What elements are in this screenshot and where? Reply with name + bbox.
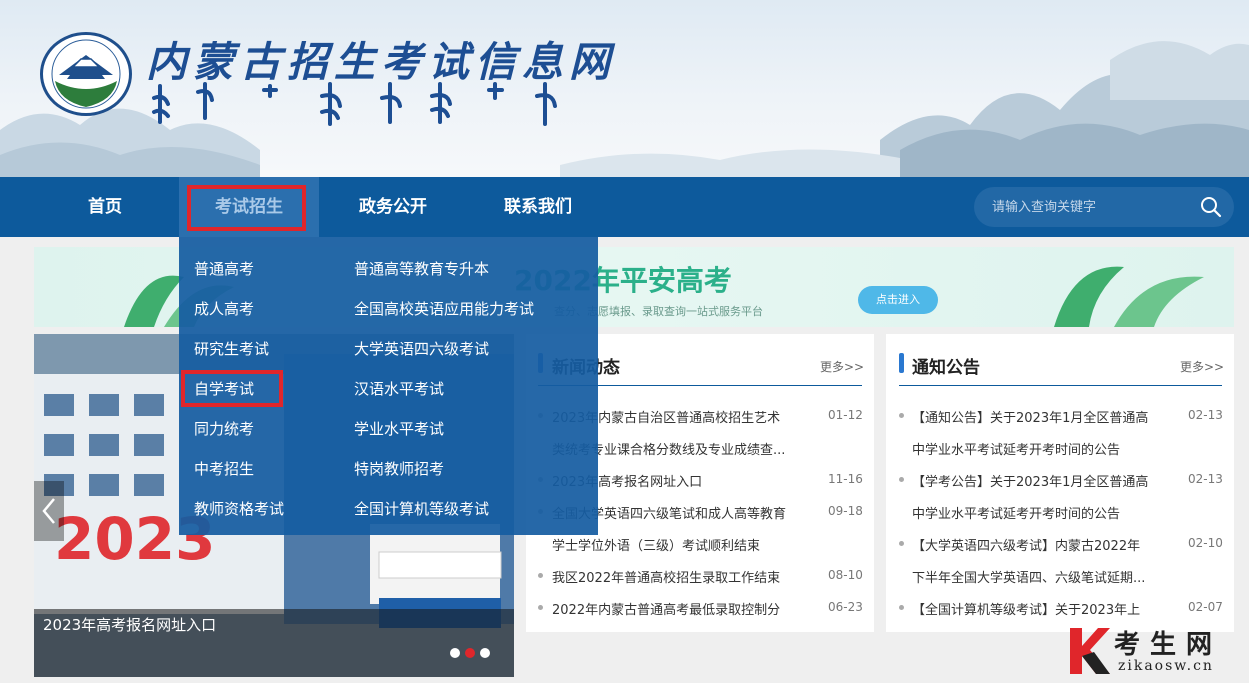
logo-emblem-icon [51,39,121,109]
news-date: 09-18 [828,504,863,518]
notice-date: 02-07 [1188,600,1223,614]
dropdown-item-adult-gaokao[interactable]: 成人高考 [194,298,254,319]
news-date: 06-23 [828,600,863,614]
bullet-icon [899,605,904,610]
dropdown-item-tongli-exam[interactable]: 同力统考 [194,418,254,439]
dropdown-item-special-teacher[interactable]: 特岗教师招考 [354,458,444,479]
news-date: 01-12 [828,408,863,422]
notice-item-continued[interactable]: 中学业水平考试延考开考时间的公告 [912,503,1120,522]
chevron-left-icon [42,498,55,524]
dropdown-item-teacher-qualification[interactable]: 教师资格考试 [194,498,284,519]
nav-item-government-affairs[interactable]: 政务公开 [343,177,443,237]
nav-item-contact[interactable]: 联系我们 [488,177,588,237]
slider-dot-active[interactable] [465,648,475,658]
notice-date: 02-13 [1188,472,1223,486]
notice-item[interactable]: 【大学英语四六级考试】内蒙古2022年 [912,535,1140,554]
dropdown-item-english-ability[interactable]: 全国高校英语应用能力考试 [354,298,534,319]
dropdown-item-postgraduate[interactable]: 研究生考试 [194,338,269,359]
notice-more-link[interactable]: 更多>> [1180,358,1224,375]
bullet-icon [899,413,904,418]
notice-item-continued[interactable]: 中学业水平考试延考开考时间的公告 [912,439,1120,458]
k-logo-icon [1070,628,1110,674]
nav-item-home[interactable]: 首页 [60,177,150,237]
notice-date: 02-10 [1188,536,1223,550]
highlight-box [181,370,283,407]
news-more-link[interactable]: 更多>> [820,358,864,375]
bullet-icon [538,573,543,578]
dropdown-item-ncre[interactable]: 全国计算机等级考试 [354,498,489,519]
news-date: 11-16 [828,472,863,486]
search-input[interactable] [992,187,1192,227]
site-header: 内蒙古招生考试信息网 [0,0,1249,177]
news-date: 08-10 [828,568,863,582]
dropdown-item-zhuanshengben[interactable]: 普通高等教育专升本 [354,258,489,279]
news-item-continued[interactable]: 学士学位外语（三级）考试顺利结束 [552,535,760,554]
slider-caption[interactable]: 2023年高考报名网址入口 [43,614,216,635]
dropdown-item-general-gaokao[interactable]: 普通高考 [194,258,254,279]
slider-dot[interactable] [480,648,490,658]
divider [899,385,1222,386]
watermark-domain: zikaosw.cn [1118,658,1214,674]
bullet-icon [538,605,543,610]
news-item[interactable]: 我区2022年普通高校招生录取工作结束 [552,567,780,586]
notice-item[interactable]: 【全国计算机等级考试】关于2023年上 [912,599,1140,618]
dropdown-item-zhongkao[interactable]: 中考招生 [194,458,254,479]
mountain-decoration [880,41,1249,177]
slider-dot[interactable] [450,648,460,658]
watermark-brand: 考生网 [1114,630,1223,660]
site-logo[interactable] [40,32,132,116]
highlight-box [187,185,306,231]
mist-decoration [560,149,900,177]
notice-date: 02-13 [1188,408,1223,422]
notice-item[interactable]: 【通知公告】关于2023年1月全区普通高 [912,407,1148,426]
notice-item-continued[interactable]: 下半年全国大学英语四、六级笔试延期... [912,567,1145,586]
notice-item[interactable]: 【学考公告】关于2023年1月全区普通高 [912,471,1148,490]
slider-prev-button[interactable] [34,481,64,541]
watermark: 考生网 zikaosw.cn [1066,622,1241,680]
mongolian-script-decoration [152,82,557,126]
banner-enter-button[interactable]: 点击进入 [858,286,938,314]
search-icon[interactable] [1200,196,1222,218]
bullet-icon [899,541,904,546]
bullet-icon [899,477,904,482]
news-item[interactable]: 2022年内蒙古普通高考最低录取控制分 [552,599,780,618]
dropdown-item-hsk[interactable]: 汉语水平考试 [354,378,444,399]
leaf-decoration [1054,266,1204,327]
search-box [974,187,1234,227]
dropdown-item-academic-level[interactable]: 学业水平考试 [354,418,444,439]
notice-title: 通知公告 [912,358,980,378]
panel-accent [899,353,904,373]
dropdown-item-cet[interactable]: 大学英语四六级考试 [354,338,489,359]
